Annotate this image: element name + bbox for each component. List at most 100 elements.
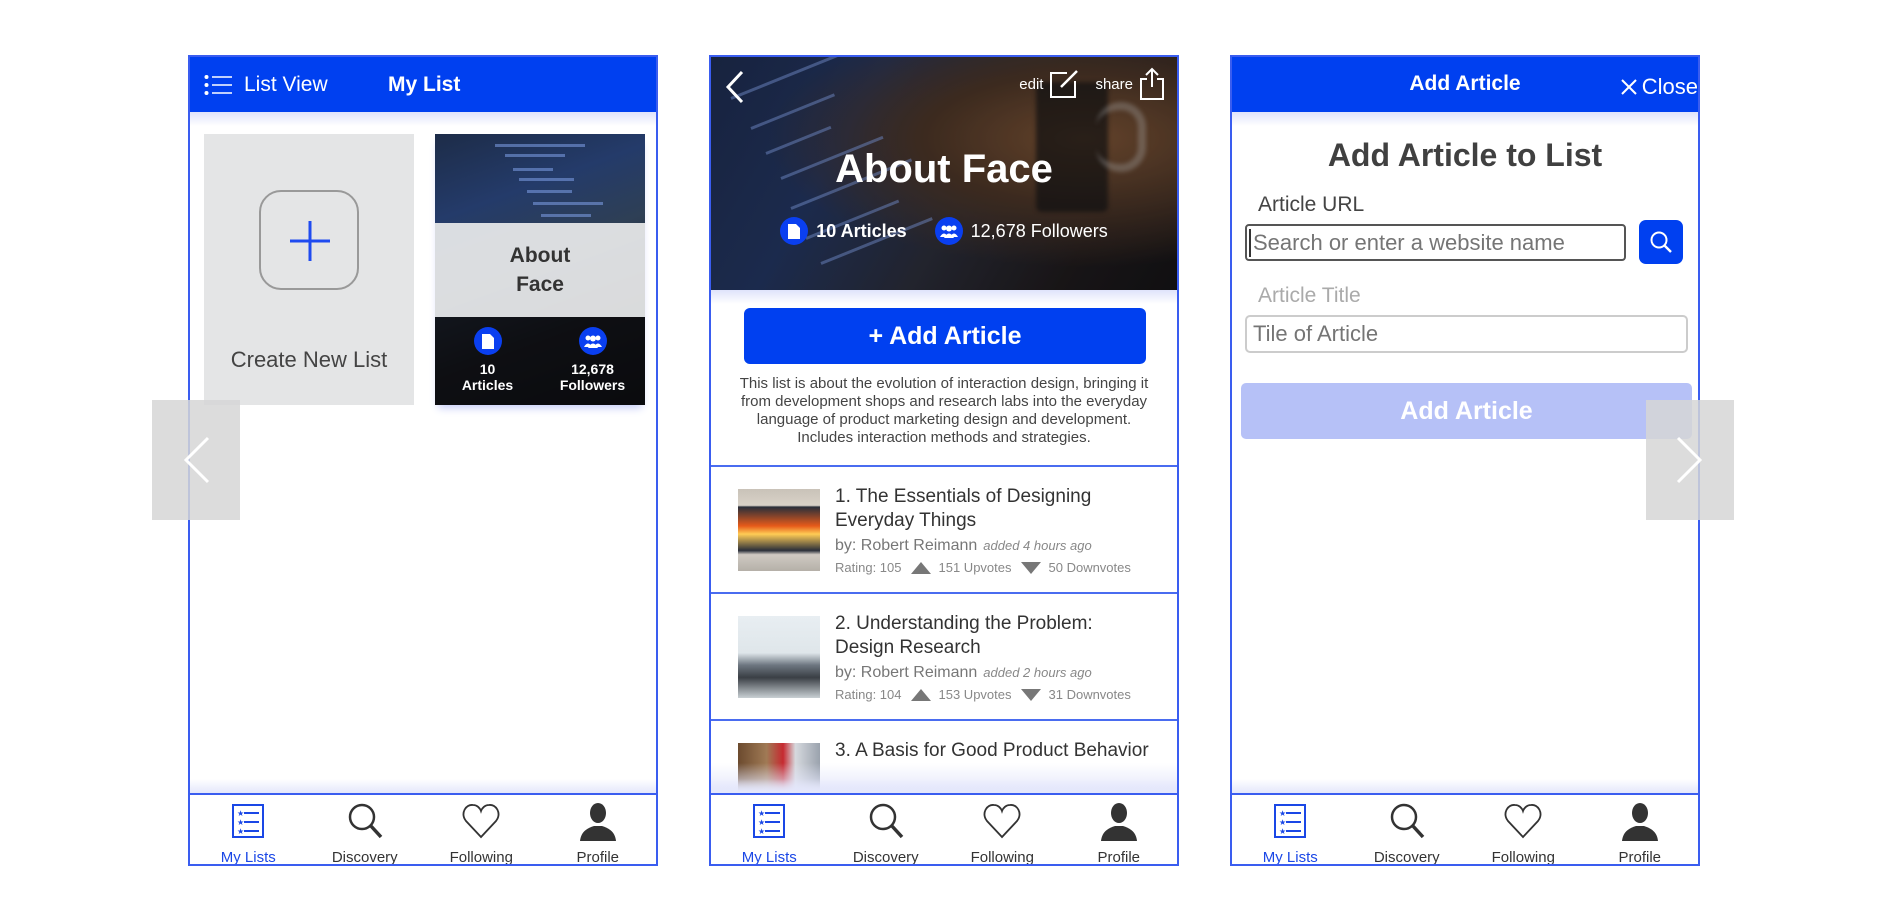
article-row[interactable]: 1. The Essentials of Designing Everyday … [711,467,1177,593]
share-icon [1140,67,1164,100]
svg-text:★: ★ [237,827,244,836]
tab-label: Profile [1097,849,1141,866]
edit-label: edit [1019,75,1044,93]
tab-bar: ★ ★ ★ My Lists Discovery Following Profile [711,779,1178,864]
list-hero: edit share About Face 10 Articles 12,678… [711,57,1177,290]
list-description: This list is about the evolution of inte… [739,375,1149,446]
article-added-time: added 2 hours ago [983,665,1092,680]
top-bar: List View My List [190,57,656,126]
cover-image [435,134,645,224]
article-url-input[interactable] [1245,224,1626,261]
article-added-time: added 4 hours ago [983,538,1092,553]
edit-icon [1050,70,1079,98]
close-button[interactable]: Close [1620,74,1698,100]
chevron-right-icon [1676,436,1703,484]
person-icon [578,801,618,846]
create-new-list-label: Create New List [230,347,388,372]
edit-button[interactable]: edit [1019,69,1079,99]
tab-profile[interactable]: Profile [1582,795,1699,864]
screen-my-list: List View My List Create New List About … [188,55,658,866]
tab-label: Discovery [1373,849,1440,866]
submit-add-article-button[interactable]: Add Article [1241,383,1692,439]
search-button[interactable] [1639,220,1683,264]
article-title: 2. Understanding the Problem: Design Res… [835,613,1093,658]
list-card-about-face[interactable]: About Face 10 Articles 12,678 Followers [435,134,645,405]
search-icon [1650,231,1672,253]
tab-my-lists[interactable]: ★ ★ ★ My Lists [190,795,307,864]
article-title-label: Article Title [1258,284,1361,307]
article-rating: Rating: 105 151 Upvotes 50 Downvotes [835,560,1131,575]
share-button[interactable]: share [1095,67,1165,101]
carousel-next-button[interactable] [1646,400,1734,520]
list-icon: ★ ★ ★ [749,801,789,846]
tab-my-lists[interactable]: ★ ★ ★ My Lists [1232,795,1349,864]
tab-bar: ★ ★ ★ My Lists Discovery Following Profile [1232,779,1699,864]
article-url-label: Article URL [1258,193,1365,216]
document-icon [473,327,502,355]
tab-my-lists[interactable]: ★ ★ ★ My Lists [711,795,828,864]
svg-text:★: ★ [758,818,765,827]
list-title: About Face [835,147,1053,191]
article-title: 1. The Essentials of Designing Everyday … [835,486,1092,531]
tab-following[interactable]: Following [1465,795,1582,864]
tab-label: Discovery [852,849,919,866]
tab-discovery[interactable]: Discovery [1349,795,1466,864]
screen-add-article: Add Article Close Add Article to List Ar… [1230,55,1700,866]
article-row[interactable]: 2. Understanding the Problem: Design Res… [711,594,1177,720]
downvote-icon[interactable] [1020,688,1041,701]
group-icon [934,217,963,245]
share-label: share [1095,75,1133,93]
upvote-icon[interactable] [910,688,931,701]
close-label: Close [1641,74,1698,99]
list-view-button[interactable]: List View [204,73,328,97]
search-icon [866,801,906,846]
tab-label: Following [449,849,513,866]
followers-count: 12,678 Followers [934,217,1108,245]
svg-text:★: ★ [237,818,244,827]
tab-label: My Lists [741,849,797,866]
svg-text:★: ★ [758,827,765,836]
followers-stat: 12,678 Followers [540,317,645,405]
upvote-icon[interactable] [910,561,931,574]
articles-stat: 10 Articles [435,317,540,405]
list-view-label: List View [244,73,328,96]
prototype-canvas: List View My List Create New List About … [0,0,1878,924]
svg-text:★: ★ [1279,809,1286,818]
tab-profile[interactable]: Profile [1061,795,1178,864]
create-new-list-card[interactable]: Create New List [204,134,414,405]
article-rating: Rating: 104 153 Upvotes 31 Downvotes [835,687,1131,702]
tab-bar: ★ ★ ★ My Lists Discovery Following Profile [190,779,657,864]
tab-discovery[interactable]: Discovery [307,795,424,864]
article-author: by: Robert Reimann added 4 hours ago [835,537,1092,554]
svg-text:★: ★ [237,809,244,818]
downvote-icon[interactable] [1020,561,1041,574]
svg-text:★: ★ [1279,818,1286,827]
carousel-prev-button[interactable] [152,400,240,520]
search-icon [1387,801,1427,846]
list-icon: ★ ★ ★ [228,801,268,846]
person-icon [1620,801,1660,846]
svg-text:★: ★ [1279,827,1286,836]
tab-label: My Lists [220,849,276,866]
heart-icon [982,801,1022,846]
back-icon[interactable] [725,70,745,104]
group-icon [578,327,607,355]
article-title-input[interactable] [1245,315,1688,353]
person-icon [1099,801,1139,846]
tab-label: Following [970,849,1034,866]
svg-text:★: ★ [758,809,765,818]
tab-following[interactable]: Following [423,795,540,864]
tab-discovery[interactable]: Discovery [828,795,945,864]
tab-label: Discovery [331,849,398,866]
tab-label: Following [1491,849,1555,866]
tab-following[interactable]: Following [944,795,1061,864]
top-bar: Add Article Close [1232,57,1698,126]
articles-count: 10 Articles [780,217,907,245]
tab-profile[interactable]: Profile [540,795,657,864]
list-view-icon [204,75,232,95]
article-thumbnail [738,616,820,698]
add-article-button[interactable]: + Add Article [744,308,1146,364]
plus-icon [290,221,330,261]
text-cursor [1249,229,1251,257]
form-title: Add Article to List [1327,137,1603,173]
